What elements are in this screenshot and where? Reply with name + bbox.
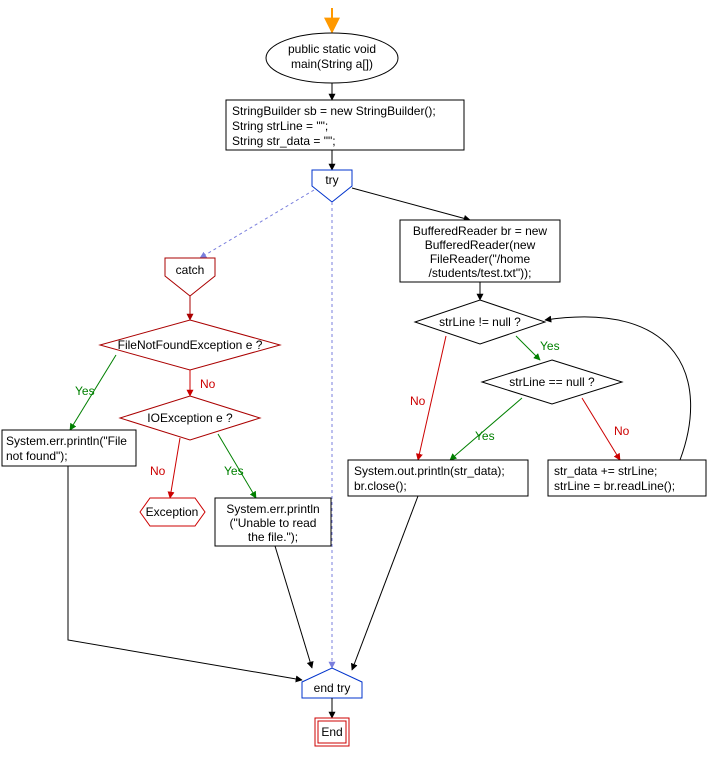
svg-text:strLine != null ?: strLine != null ?	[439, 315, 521, 329]
end-try-node: end try	[302, 668, 362, 698]
svg-text:str_data += strLine;: str_data += strLine;	[554, 464, 657, 478]
unable-read-node: System.err.println ("Unable to read the …	[215, 498, 331, 546]
svg-text:not found");: not found");	[6, 449, 68, 463]
svg-text:String strLine = "";: String strLine = "";	[232, 119, 328, 133]
svg-text:FileReader("/home: FileReader("/home	[430, 252, 531, 266]
init-block-node: StringBuilder sb = new StringBuilder(); …	[226, 100, 464, 150]
fnfe-decision: FileNotFoundException e ?	[100, 320, 280, 370]
svg-text:BufferedReader(new: BufferedReader(new	[425, 238, 536, 252]
end-node: End	[315, 718, 349, 746]
svg-text:No: No	[410, 394, 426, 408]
svg-text:System.out.println(str_data);: System.out.println(str_data);	[354, 464, 505, 478]
file-not-found-node: System.err.println("File not found");	[2, 430, 136, 466]
svg-text:the file.");: the file.");	[248, 530, 298, 544]
svg-text:End: End	[321, 725, 342, 739]
svg-text:strLine == null ?: strLine == null ?	[509, 375, 595, 389]
main-decl-label: public static void	[288, 42, 376, 56]
svg-text:String str_data = "";: String str_data = "";	[232, 134, 336, 148]
try-node: try	[312, 170, 352, 202]
svg-text:/students/test.txt"));: /students/test.txt"));	[429, 266, 532, 280]
svg-text:Yes: Yes	[540, 339, 560, 353]
svg-text:Yes: Yes	[224, 464, 244, 478]
svg-text:BufferedReader br = new: BufferedReader br = new	[413, 224, 548, 238]
strline-notnull-decision: strLine != null ?	[415, 300, 545, 344]
svg-text:No: No	[200, 377, 216, 391]
ioe-decision: IOException e ?	[120, 396, 260, 440]
svg-text:Exception: Exception	[146, 505, 199, 519]
svg-text:catch: catch	[176, 263, 205, 277]
buffered-reader-node: BufferedReader br = new BufferedReader(n…	[400, 220, 560, 282]
svg-text:No: No	[150, 464, 166, 478]
print-close-node: System.out.println(str_data); br.close()…	[348, 460, 528, 496]
svg-text:public static void: public static void	[288, 42, 376, 56]
svg-text:strLine = br.readLine();: strLine = br.readLine();	[554, 479, 675, 493]
svg-text:main(String a[]): main(String a[])	[291, 57, 373, 71]
catch-node: catch	[165, 258, 215, 296]
svg-text:br.close();: br.close();	[354, 479, 407, 493]
append-read-node: str_data += strLine; strLine = br.readLi…	[548, 460, 706, 496]
svg-text:end try: end try	[314, 681, 351, 695]
svg-text:try: try	[325, 173, 338, 187]
svg-text:System.err.println: System.err.println	[226, 502, 319, 516]
svg-text:Yes: Yes	[475, 429, 495, 443]
svg-text:("Unable to read: ("Unable to read	[230, 516, 317, 530]
main-decl-node: public static void main(String a[])	[266, 33, 398, 83]
strline-null-decision: strLine == null ?	[482, 360, 622, 404]
exception-node: Exception	[140, 498, 205, 526]
svg-text:FileNotFoundException e ?: FileNotFoundException e ?	[118, 338, 263, 352]
svg-text:Yes: Yes	[75, 384, 95, 398]
svg-text:StringBuilder sb = new StringB: StringBuilder sb = new StringBuilder();	[232, 104, 436, 118]
svg-text:IOException e ?: IOException e ?	[147, 411, 233, 425]
svg-text:System.err.println("File: System.err.println("File	[6, 434, 127, 448]
svg-text:No: No	[614, 424, 630, 438]
